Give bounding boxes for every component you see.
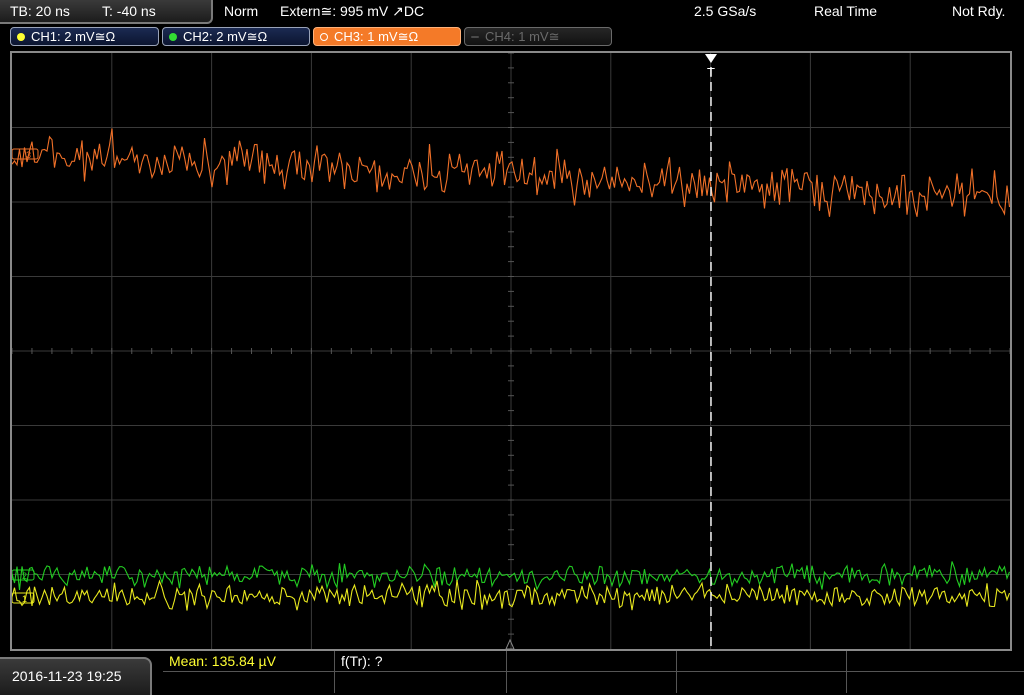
channel-label: CH4: 1 mV≅ — [485, 29, 560, 44]
top-status-bar: TB: 20 ns T: -40 ns Norm Extern≅: 995 mV… — [0, 0, 1024, 24]
channel-label: CH3: 1 mV≅Ω — [334, 29, 419, 44]
waveform-canvas: T 3 2 1 — [12, 53, 1010, 649]
trigger-position-arrow-icon[interactable] — [705, 54, 717, 63]
graticule — [12, 53, 1010, 649]
acquisition-mode[interactable]: Real Time — [814, 3, 877, 19]
measurement-slot-empty[interactable] — [847, 651, 1024, 672]
ch2-marker-label: 2 — [22, 571, 27, 581]
channel-tab-bar: CH1: 2 mV≅Ω CH2: 2 mV≅Ω CH3: 1 mV≅Ω CH4:… — [0, 24, 1024, 51]
ch4-off-indicator-icon — [471, 36, 479, 38]
ch3-marker-label: 3 — [26, 150, 31, 160]
ch1-indicator-icon — [17, 33, 25, 41]
trigger-source[interactable]: Extern≅: 995 mV ↗DC — [280, 3, 424, 20]
channel-label: CH1: 2 mV≅Ω — [31, 29, 116, 44]
measurement-slot-empty[interactable] — [163, 672, 335, 693]
measurement-panel[interactable]: Mean: 135.84 µV f(Tr): ? — [163, 651, 1024, 695]
channel-tab-ch3[interactable]: CH3: 1 mV≅Ω — [313, 27, 461, 46]
channel-tab-ch2[interactable]: CH2: 2 mV≅Ω — [162, 27, 310, 46]
measurement-slot-empty[interactable] — [677, 651, 847, 672]
ch1-marker-label: 1 — [22, 594, 27, 604]
datetime-readout: 2016-11-23 19:25 — [12, 668, 122, 684]
measurement-mean[interactable]: Mean: 135.84 µV — [163, 651, 335, 672]
measurement-slot-empty[interactable] — [847, 672, 1024, 693]
datetime-box[interactable]: 2016-11-23 19:25 — [0, 657, 152, 695]
channel-tab-ch1[interactable]: CH1: 2 mV≅Ω — [10, 27, 159, 46]
trigger-offset-readout: T: -40 ns — [102, 3, 156, 19]
trigger-mode[interactable]: Norm — [224, 3, 258, 19]
trigger-position-label: T — [707, 65, 715, 80]
horizontal-center-marker-icon — [505, 638, 515, 649]
waveform-screen[interactable]: T 3 2 1 — [10, 51, 1012, 651]
measurement-frequency[interactable]: f(Tr): ? — [335, 651, 507, 672]
bottom-status-bar: 2016-11-23 19:25 Mean: 135.84 µV f(Tr): … — [0, 651, 1024, 695]
measurement-slot-empty[interactable] — [507, 672, 677, 693]
timebase-readout: TB: 20 ns — [10, 3, 70, 19]
timebase-box[interactable]: TB: 20 ns T: -40 ns — [0, 0, 213, 24]
channel-label: CH2: 2 mV≅Ω — [183, 29, 268, 44]
measurement-slot-empty[interactable] — [677, 672, 847, 693]
oscilloscope-display: TB: 20 ns T: -40 ns Norm Extern≅: 995 mV… — [0, 0, 1024, 695]
ch2-indicator-icon — [169, 33, 177, 41]
channel-tab-ch4[interactable]: CH4: 1 mV≅ — [464, 27, 612, 46]
ch3-indicator-icon — [320, 33, 328, 41]
measurement-slot-empty[interactable] — [335, 672, 507, 693]
measurement-slot-empty[interactable] — [507, 651, 677, 672]
sample-rate: 2.5 GSa/s — [694, 3, 757, 19]
acquisition-status: Not Rdy. — [952, 3, 1006, 19]
